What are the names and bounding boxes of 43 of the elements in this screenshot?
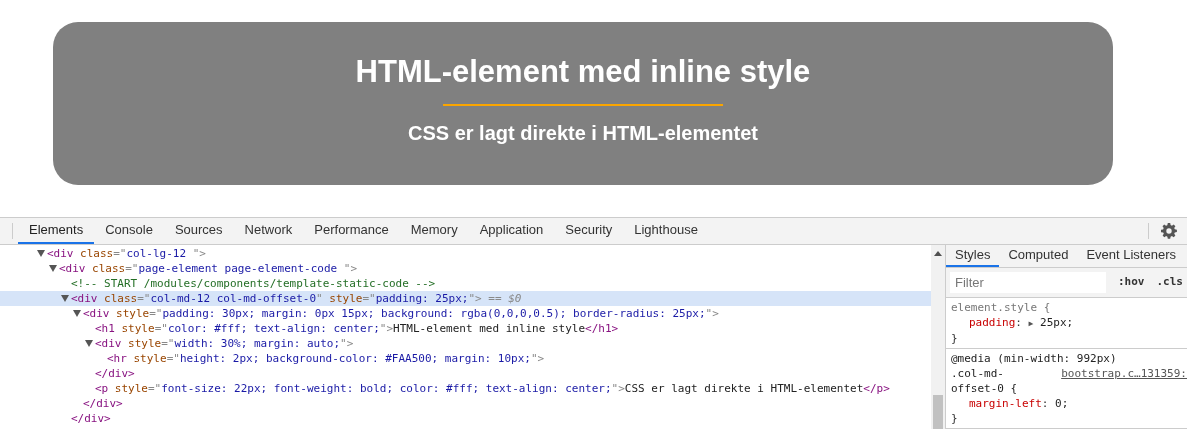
- code-line[interactable]: <div style="padding: 30px; margin: 0px 15px; background: rgba(0,0,0,0.5); border-radius: 25px;">: [83, 306, 719, 321]
- code-line[interactable]: </div>: [83, 396, 123, 411]
- expand-arrow-icon[interactable]: [49, 265, 57, 272]
- hero-title: HTML-element med inline style: [354, 53, 812, 91]
- css-selector: .col-md-: [951, 366, 1004, 381]
- panel-tab[interactable]: Memory: [399, 218, 469, 244]
- expand-arrow-icon[interactable]: [85, 340, 93, 347]
- css-line: @media (min-width: 992px): [951, 351, 1117, 366]
- scrollbar[interactable]: [931, 245, 945, 429]
- panel-tab[interactable]: Event Listeners: [1077, 245, 1185, 267]
- panel-tab[interactable]: Security: [554, 218, 624, 244]
- hero-subtitle: CSS er lagt direkte i HTML-elementet: [406, 121, 760, 146]
- code-line[interactable]: <div class="col-lg-12 ">: [47, 246, 206, 261]
- panel-tab[interactable]: Application: [468, 218, 555, 244]
- toggle-button[interactable]: :hov: [1116, 274, 1147, 291]
- code-line[interactable]: </div>: [95, 366, 135, 381]
- css-line: margin-left: 0;: [969, 396, 1069, 411]
- panel-tab[interactable]: Console: [94, 218, 164, 244]
- css-line: padding: ▶ 25px;: [969, 315, 1074, 331]
- panel-tab[interactable]: Performance: [303, 218, 400, 244]
- settings-icon[interactable]: [1161, 223, 1177, 239]
- panel-tab[interactable]: Computed: [999, 245, 1078, 267]
- code-line[interactable]: <hr style="height: 2px; background-color: #FAA500; margin: 10px;">: [107, 351, 545, 366]
- panel-tab[interactable]: Elements: [18, 218, 95, 244]
- code-line[interactable]: <div style="width: 30%; margin: auto;">: [95, 336, 354, 351]
- code-line[interactable]: <h1 style="color: #fff; text-align: center;">HTML-element med inline style</h1>: [95, 321, 619, 336]
- code-line[interactable]: </div>: [71, 411, 111, 426]
- source-link[interactable]: bootstrap.c…131359:: [1061, 366, 1187, 381]
- code-line[interactable]: <p style="font-size: 22px; font-weight: bold; color: #fff; text-align: center;">CSS er lagt direkte i HTML-elementet</p>: [95, 381, 890, 396]
- filter-field[interactable]: Filter: [950, 272, 1106, 293]
- css-line: offset-0 {: [951, 381, 1018, 396]
- expand-arrow-icon[interactable]: [73, 310, 81, 317]
- panel-tab[interactable]: Sources: [163, 218, 234, 244]
- css-line: element.style {: [951, 300, 1051, 315]
- expand-arrow-icon[interactable]: [61, 295, 69, 302]
- toggle-button[interactable]: .cls: [1154, 274, 1185, 291]
- code-line[interactable]: <!-- START /modules/components/template-static-code -->: [71, 276, 436, 291]
- expand-arrow-icon[interactable]: [37, 250, 45, 257]
- panel-tab[interactable]: Lighthouse: [623, 218, 709, 244]
- code-line[interactable]: <div class="page-element page-element-code ">: [59, 261, 358, 276]
- css-line: }: [951, 411, 958, 426]
- panel-tab[interactable]: Network: [233, 218, 304, 244]
- css-line: }: [951, 331, 958, 346]
